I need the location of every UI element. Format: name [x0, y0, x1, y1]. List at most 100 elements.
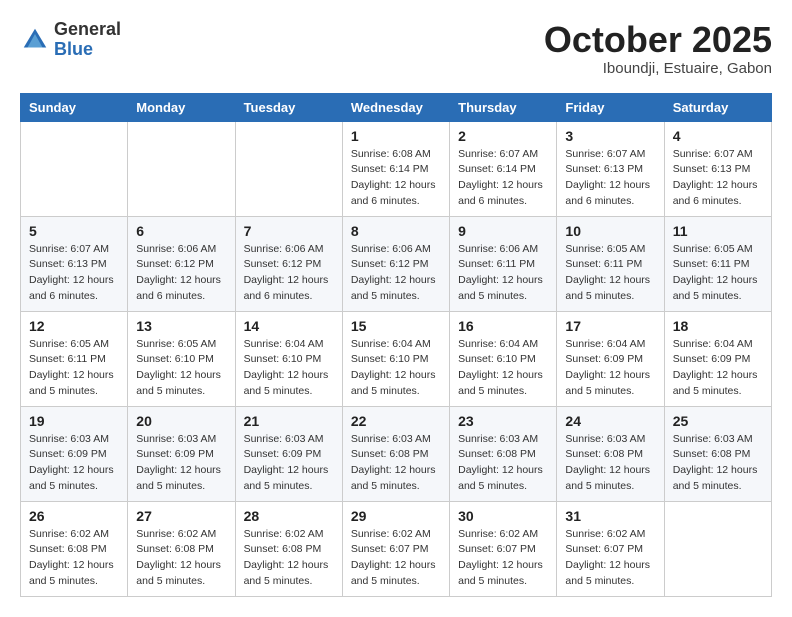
day-info: Sunrise: 6:06 AMSunset: 6:12 PMDaylight:… — [351, 242, 441, 305]
calendar-cell: 3 Sunrise: 6:07 AMSunset: 6:13 PMDaylight… — [557, 121, 664, 216]
calendar-cell: 10Sunrise: 6:05 AMSunset: 6:11 PMDayligh… — [557, 216, 664, 311]
calendar-cell: 12 Sunrise: 6:05 AMSunset: 6:11 PMDayligh… — [21, 311, 128, 406]
calendar-cell: 2 Sunrise: 6:07 AMSunset: 6:14 PMDaylight… — [450, 121, 557, 216]
day-info: Sunrise: 6:03 AMSunset: 6:09 PMDaylight:… — [29, 432, 119, 495]
calendar-table: SundayMondayTuesdayWednesdayThursdayFrid… — [20, 93, 772, 597]
weekday-header-saturday: Saturday — [664, 93, 771, 121]
calendar-week-3: 12 Sunrise: 6:05 AMSunset: 6:11 PMDayligh… — [21, 311, 772, 406]
day-info: Sunrise: 6:05 AMSunset: 6:11 PMDaylight:… — [565, 242, 655, 305]
calendar-cell — [128, 121, 235, 216]
calendar-cell: 7 Sunrise: 6:06 AMSunset: 6:12 PMDaylight… — [235, 216, 342, 311]
day-info: Sunrise: 6:03 AMSunset: 6:09 PMDaylight:… — [136, 432, 226, 495]
day-info: Sunrise: 6:07 AMSunset: 6:13 PMDaylight:… — [565, 147, 655, 210]
calendar-cell: 21Sunrise: 6:03 AMSunset: 6:09 PMDayligh… — [235, 406, 342, 501]
day-info: Sunrise: 6:07 AMSunset: 6:14 PMDaylight:… — [458, 147, 548, 210]
day-number: 16 — [458, 318, 548, 334]
title-block: October 2025 Iboundji, Estuaire, Gabon — [544, 20, 772, 77]
day-number: 31 — [565, 508, 655, 524]
day-info: Sunrise: 6:05 AMSunset: 6:11 PMDaylight:… — [673, 242, 763, 305]
day-info: Sunrise: 6:02 AMSunset: 6:08 PMDaylight:… — [29, 527, 119, 590]
day-number: 28 — [244, 508, 334, 524]
logo-text: General Blue — [54, 20, 121, 60]
calendar-cell: 14 Sunrise: 6:04 AMSunset: 6:10 PMDayligh… — [235, 311, 342, 406]
day-info: Sunrise: 6:08 AMSunset: 6:14 PMDaylight:… — [351, 147, 441, 210]
day-number: 27 — [136, 508, 226, 524]
day-info: Sunrise: 6:05 AMSunset: 6:11 PMDaylight:… — [29, 337, 119, 400]
day-number: 7 — [244, 223, 334, 239]
location: Iboundji, Estuaire, Gabon — [544, 60, 772, 77]
calendar-cell: 8 Sunrise: 6:06 AMSunset: 6:12 PMDaylight… — [342, 216, 449, 311]
day-number: 25 — [673, 413, 763, 429]
day-info: Sunrise: 6:07 AMSunset: 6:13 PMDaylight:… — [673, 147, 763, 210]
day-number: 1 — [351, 128, 441, 144]
calendar-cell: 22 Sunrise: 6:03 AMSunset: 6:08 PMDayligh… — [342, 406, 449, 501]
day-number: 14 — [244, 318, 334, 334]
day-info: Sunrise: 6:03 AMSunset: 6:09 PMDaylight:… — [244, 432, 334, 495]
day-info: Sunrise: 6:02 AMSunset: 6:07 PMDaylight:… — [565, 527, 655, 590]
day-info: Sunrise: 6:02 AMSunset: 6:08 PMDaylight:… — [244, 527, 334, 590]
day-number: 5 — [29, 223, 119, 239]
weekday-header-tuesday: Tuesday — [235, 93, 342, 121]
calendar-cell: 17Sunrise: 6:04 AMSunset: 6:09 PMDayligh… — [557, 311, 664, 406]
calendar-week-1: 1 Sunrise: 6:08 AMSunset: 6:14 PMDaylight… — [21, 121, 772, 216]
logo-icon — [20, 25, 50, 55]
day-info: Sunrise: 6:02 AMSunset: 6:08 PMDaylight:… — [136, 527, 226, 590]
calendar-week-2: 5 Sunrise: 6:07 AMSunset: 6:13 PMDaylight… — [21, 216, 772, 311]
calendar-cell — [21, 121, 128, 216]
day-info: Sunrise: 6:06 AMSunset: 6:12 PMDaylight:… — [244, 242, 334, 305]
weekday-header-monday: Monday — [128, 93, 235, 121]
day-number: 24 — [565, 413, 655, 429]
day-number: 9 — [458, 223, 548, 239]
calendar-cell: 28 Sunrise: 6:02 AMSunset: 6:08 PMDayligh… — [235, 501, 342, 596]
month-title: October 2025 — [544, 20, 772, 60]
calendar-cell: 23Sunrise: 6:03 AMSunset: 6:08 PMDayligh… — [450, 406, 557, 501]
day-number: 17 — [565, 318, 655, 334]
day-number: 26 — [29, 508, 119, 524]
day-number: 8 — [351, 223, 441, 239]
day-info: Sunrise: 6:05 AMSunset: 6:10 PMDaylight:… — [136, 337, 226, 400]
weekday-header-sunday: Sunday — [21, 93, 128, 121]
calendar-cell: 16 Sunrise: 6:04 AMSunset: 6:10 PMDayligh… — [450, 311, 557, 406]
day-number: 19 — [29, 413, 119, 429]
logo: General Blue — [20, 20, 121, 60]
calendar-cell: 26 Sunrise: 6:02 AMSunset: 6:08 PMDayligh… — [21, 501, 128, 596]
day-info: Sunrise: 6:04 AMSunset: 6:10 PMDaylight:… — [244, 337, 334, 400]
calendar-cell: 31 Sunrise: 6:02 AMSunset: 6:07 PMDayligh… — [557, 501, 664, 596]
calendar-cell: 11 Sunrise: 6:05 AMSunset: 6:11 PMDayligh… — [664, 216, 771, 311]
calendar-week-5: 26 Sunrise: 6:02 AMSunset: 6:08 PMDayligh… — [21, 501, 772, 596]
weekday-header-thursday: Thursday — [450, 93, 557, 121]
day-number: 13 — [136, 318, 226, 334]
day-info: Sunrise: 6:07 AMSunset: 6:13 PMDaylight:… — [29, 242, 119, 305]
day-number: 2 — [458, 128, 548, 144]
day-info: Sunrise: 6:06 AMSunset: 6:12 PMDaylight:… — [136, 242, 226, 305]
day-number: 4 — [673, 128, 763, 144]
day-number: 12 — [29, 318, 119, 334]
calendar-cell: 1 Sunrise: 6:08 AMSunset: 6:14 PMDaylight… — [342, 121, 449, 216]
calendar-cell — [664, 501, 771, 596]
day-number: 6 — [136, 223, 226, 239]
day-info: Sunrise: 6:06 AMSunset: 6:11 PMDaylight:… — [458, 242, 548, 305]
day-info: Sunrise: 6:02 AMSunset: 6:07 PMDaylight:… — [351, 527, 441, 590]
day-number: 30 — [458, 508, 548, 524]
calendar-cell: 18 Sunrise: 6:04 AMSunset: 6:09 PMDayligh… — [664, 311, 771, 406]
weekday-header-wednesday: Wednesday — [342, 93, 449, 121]
calendar-cell: 4 Sunrise: 6:07 AMSunset: 6:13 PMDaylight… — [664, 121, 771, 216]
weekday-header-friday: Friday — [557, 93, 664, 121]
calendar-cell: 20Sunrise: 6:03 AMSunset: 6:09 PMDayligh… — [128, 406, 235, 501]
calendar-cell — [235, 121, 342, 216]
day-info: Sunrise: 6:03 AMSunset: 6:08 PMDaylight:… — [673, 432, 763, 495]
day-info: Sunrise: 6:04 AMSunset: 6:09 PMDaylight:… — [673, 337, 763, 400]
day-number: 11 — [673, 223, 763, 239]
day-number: 22 — [351, 413, 441, 429]
day-info: Sunrise: 6:03 AMSunset: 6:08 PMDaylight:… — [565, 432, 655, 495]
calendar-cell: 27 Sunrise: 6:02 AMSunset: 6:08 PMDayligh… — [128, 501, 235, 596]
day-number: 3 — [565, 128, 655, 144]
calendar-cell: 15Sunrise: 6:04 AMSunset: 6:10 PMDayligh… — [342, 311, 449, 406]
day-number: 18 — [673, 318, 763, 334]
day-info: Sunrise: 6:03 AMSunset: 6:08 PMDaylight:… — [351, 432, 441, 495]
calendar-cell: 5 Sunrise: 6:07 AMSunset: 6:13 PMDaylight… — [21, 216, 128, 311]
day-info: Sunrise: 6:04 AMSunset: 6:10 PMDaylight:… — [458, 337, 548, 400]
day-info: Sunrise: 6:02 AMSunset: 6:07 PMDaylight:… — [458, 527, 548, 590]
calendar-week-4: 19 Sunrise: 6:03 AMSunset: 6:09 PMDayligh… — [21, 406, 772, 501]
calendar-header-row: SundayMondayTuesdayWednesdayThursdayFrid… — [21, 93, 772, 121]
